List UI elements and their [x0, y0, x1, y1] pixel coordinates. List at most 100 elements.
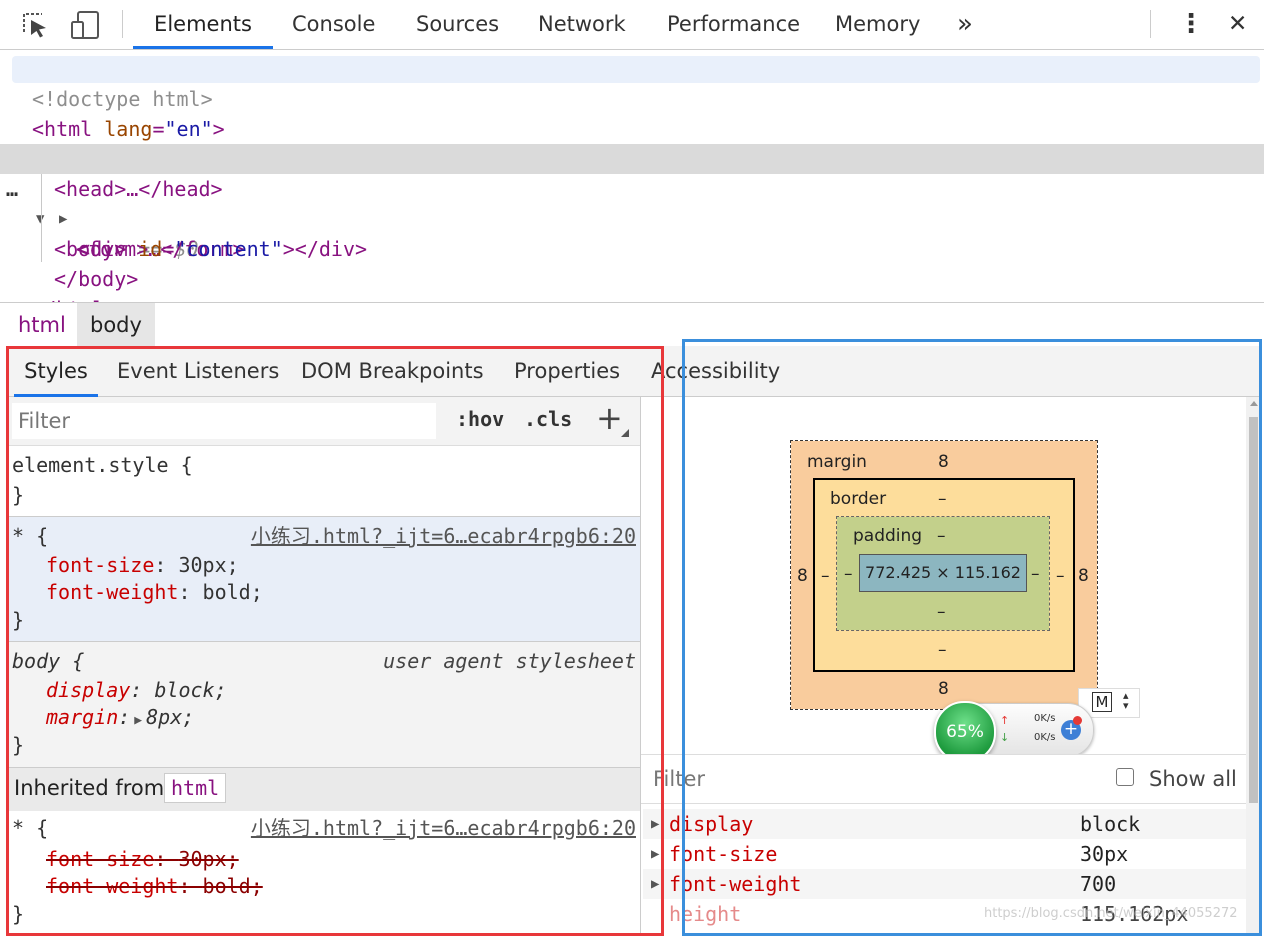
inspect-element-icon[interactable]	[18, 8, 52, 42]
border-bottom-value[interactable]: –	[938, 640, 947, 660]
breadcrumb-body[interactable]: body	[77, 303, 155, 347]
scrollbar-thumb[interactable]	[1249, 417, 1258, 803]
prop-value: bold;	[202, 874, 263, 898]
styles-filter-input[interactable]: Filter	[12, 403, 436, 439]
expand-triangle-icon[interactable]: ▶	[651, 839, 665, 869]
more-tabs-icon[interactable]: »	[955, 0, 975, 49]
upload-arrow-icon: ↑	[1000, 714, 1010, 727]
show-all-checkbox[interactable]	[1116, 768, 1134, 786]
computed-row-font-size[interactable]: ▶ font-size 30px	[643, 839, 1246, 869]
close-icon[interactable]: ✕	[1226, 0, 1249, 49]
inherited-label: Inherited from	[14, 776, 165, 800]
rule2-selector[interactable]: body {	[12, 648, 84, 675]
filter-placeholder: Filter	[18, 409, 71, 433]
dom-node-div[interactable]: <div id="content"></div>	[0, 204, 1264, 261]
rule2-prop-row: display: block;	[46, 678, 227, 702]
rule1-prop-row[interactable]: font-weight: bold;	[46, 579, 263, 606]
tab-event-listeners[interactable]: Event Listeners	[117, 346, 279, 396]
kebab-menu-icon[interactable]: ⋮	[1176, 0, 1206, 49]
rule3-prop-row-overridden[interactable]: font-size: 30px;	[46, 846, 239, 873]
tab-performance[interactable]: Performance	[665, 0, 802, 49]
tab-memory[interactable]: Memory	[833, 0, 922, 49]
devtools-toolbar: Elements Console Sources Network Perform…	[0, 0, 1264, 50]
prop-value: block;	[154, 678, 227, 702]
upload-speed: 0K/s	[1034, 713, 1056, 724]
border-top-value[interactable]: –	[938, 489, 947, 509]
computed-prop-value: 700	[1080, 872, 1117, 896]
dom-node-html-close[interactable]: </html>	[0, 264, 1264, 321]
rule2-prop-row: margin: ▶ 8px;	[46, 705, 195, 729]
margin-bottom-value[interactable]: 8	[938, 679, 949, 699]
m-selector-label: M	[1092, 692, 1112, 712]
rule3-selector[interactable]: * {	[12, 815, 48, 842]
prop-name: font-size	[46, 553, 155, 577]
rule1-source-link[interactable]: 小练习.html?_ijt=6…ecabr4rpgb6:20	[251, 523, 636, 550]
tab-elements[interactable]: Elements	[133, 0, 273, 49]
margin-label: margin	[807, 452, 867, 472]
rule1-selector[interactable]: * {	[12, 523, 48, 550]
box-model-margin[interactable]: margin 8 8 8 8 border – – – – padding – …	[790, 440, 1098, 710]
style-rule-universal-inherited: * { 小练习.html?_ijt=6…ecabr4rpgb6:20 font-…	[8, 811, 640, 934]
tab-accessibility[interactable]: Accessibility	[651, 346, 780, 396]
tab-dom-breakpoints[interactable]: DOM Breakpoints	[301, 346, 484, 396]
padding-bottom-value[interactable]: –	[937, 602, 946, 622]
dom-node-form[interactable]: ▶ <form>…</form>	[0, 174, 1264, 261]
element-style-selector[interactable]: element.style {	[12, 452, 193, 479]
breadcrumb-html[interactable]: html	[5, 303, 79, 347]
inherited-node-link[interactable]: html	[164, 773, 227, 803]
margin-top-value[interactable]: 8	[938, 452, 949, 472]
sidebar-tabbar: Styles Event Listeners DOM Breakpoints P…	[8, 346, 1260, 397]
expand-triangle-icon[interactable]: ▶	[651, 869, 665, 899]
dom-node-body-close[interactable]: </body>	[0, 234, 1264, 291]
box-model-content[interactable]: 772.425 × 115.162	[859, 554, 1027, 592]
rule3-prop-row-overridden[interactable]: font-weight: bold;	[46, 873, 263, 900]
computed-filter-input[interactable]: Filter	[653, 767, 705, 791]
tab-console[interactable]: Console	[290, 0, 377, 49]
tab-styles[interactable]: Styles	[14, 346, 98, 397]
breadcrumb: html body	[0, 302, 1264, 347]
tab-properties[interactable]: Properties	[514, 346, 620, 396]
device-toggle-icon[interactable]	[68, 8, 102, 42]
rule1-prop-row[interactable]: font-size: 30px;	[46, 552, 239, 579]
tab-elements-label: Elements	[154, 12, 252, 36]
box-model-padding[interactable]: padding – – – – 772.425 × 115.162	[836, 516, 1050, 631]
cls-toggle-button[interactable]: .cls	[524, 407, 572, 431]
dom-node-head[interactable]: ▶ <head>…</head>	[0, 114, 1264, 201]
styles-filter-bar: Filter :hov .cls +	[8, 397, 640, 446]
computed-row-display[interactable]: ▶ display block	[643, 809, 1246, 839]
new-style-rule-button[interactable]: +	[596, 399, 623, 437]
scrollbar[interactable]	[1246, 397, 1260, 934]
style-rule-universal: * { 小练习.html?_ijt=6…ecabr4rpgb6:20 font-…	[8, 516, 640, 641]
border-label: border	[830, 489, 887, 509]
rule3-source-link[interactable]: 小练习.html?_ijt=6…ecabr4rpgb6:20	[251, 815, 636, 842]
tab-sources[interactable]: Sources	[414, 0, 501, 49]
padding-left-value[interactable]: –	[844, 564, 853, 584]
tab-network[interactable]: Network	[536, 0, 628, 49]
computed-prop-name: display	[669, 812, 754, 836]
box-model-border[interactable]: border – – – – padding – – – – 772.425 ×…	[813, 478, 1075, 672]
prop-value: 30px;	[178, 847, 239, 871]
prop-value: 30px;	[178, 553, 239, 577]
dom-node-body-selected[interactable]: … ▼ <body> == $0	[0, 144, 1264, 261]
border-left-value[interactable]: –	[821, 566, 830, 586]
dom-node-html[interactable]: <html lang="en">	[0, 84, 1264, 141]
margin-left-value[interactable]: 8	[797, 566, 808, 586]
hov-toggle-button[interactable]: :hov	[456, 407, 504, 431]
rule2-close: }	[12, 733, 25, 757]
padding-label: padding	[853, 526, 923, 546]
padding-top-value[interactable]: –	[937, 526, 946, 546]
scroll-up-icon[interactable]	[1250, 401, 1258, 406]
expand-triangle-icon[interactable]: ▶	[651, 809, 665, 839]
border-right-value[interactable]: –	[1056, 566, 1065, 586]
expand-shorthand-icon[interactable]: ▶	[130, 713, 146, 728]
prop-value: 8px;	[146, 705, 195, 729]
computed-row-font-weight[interactable]: ▶ font-weight 700	[643, 869, 1246, 899]
prop-name: font-weight	[46, 580, 179, 604]
toolbar-separator	[122, 10, 123, 38]
computed-prop-name: font-size	[669, 842, 778, 866]
dom-node-doctype[interactable]: <!doctype html>	[0, 54, 1264, 111]
margin-right-value[interactable]: 8	[1078, 566, 1089, 586]
computed-prop-name: font-weight	[669, 872, 802, 896]
styles-pane: Filter :hov .cls + element.style { } * {…	[8, 397, 640, 934]
padding-right-value[interactable]: –	[1031, 564, 1040, 584]
